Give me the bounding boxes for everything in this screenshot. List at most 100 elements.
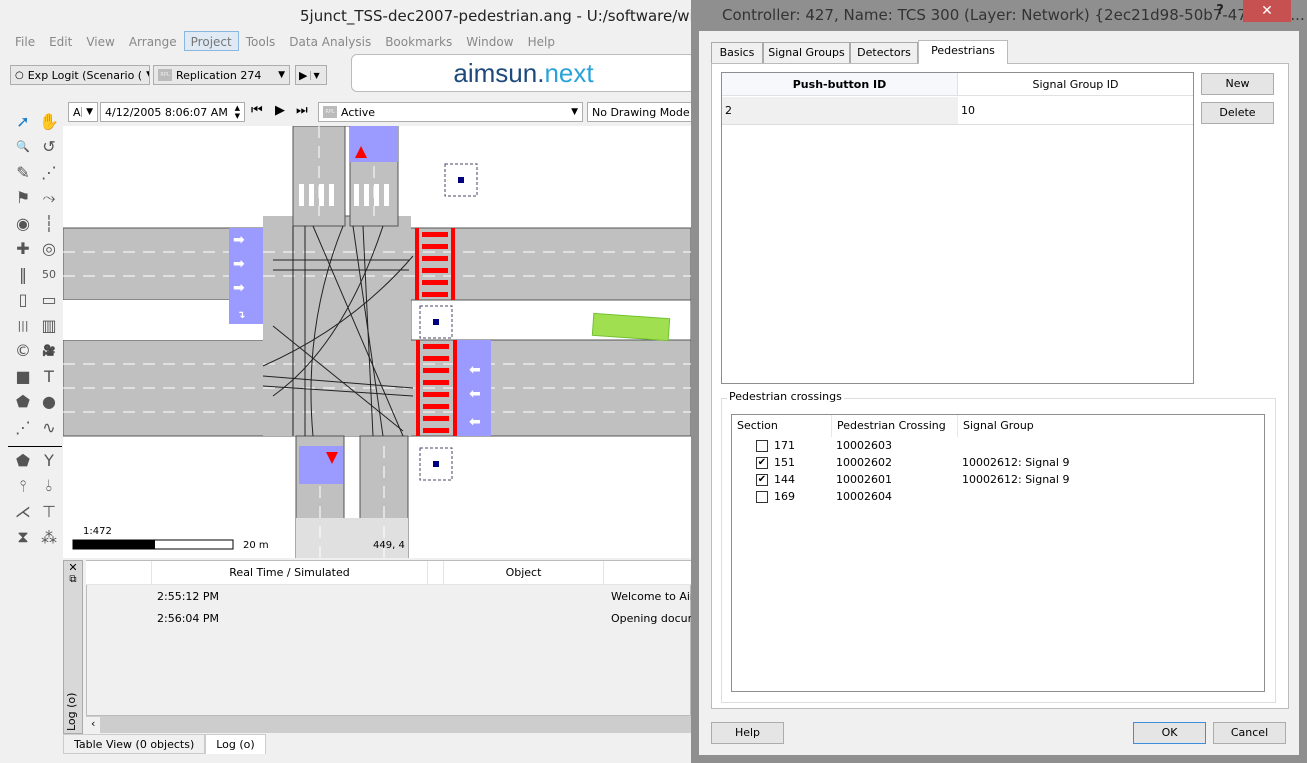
column-header-time[interactable]: Real Time / Simulated [152, 561, 428, 585]
bottom-tabs: Table View (0 objects) Log (o) [63, 734, 266, 754]
section-icon[interactable]: ⚑ [12, 187, 34, 209]
bus-icon[interactable]: ▭ [38, 289, 60, 311]
junction-icon[interactable]: ✚ [12, 238, 34, 260]
column-header-signal-group-id[interactable]: Signal Group ID [958, 73, 1193, 96]
menu-window[interactable]: Window [459, 31, 520, 51]
column-header-section[interactable]: Section [732, 415, 832, 437]
hourglass-icon[interactable]: ⧗ [12, 526, 34, 548]
tab-pedestrians[interactable]: Pedestrians [918, 40, 1008, 64]
network-map[interactable]: ➡ ➡ ➡ ↴ ⬅ ⬅ ⬅ 1:472 20 m 449, 4 [63, 126, 691, 558]
tab-signal-groups[interactable]: Signal Groups [763, 42, 850, 63]
column-header-signal-group[interactable]: Signal Group [958, 415, 1264, 437]
select-arrow-icon[interactable]: ➚ [12, 110, 34, 132]
crossing-row[interactable]: 169 10002604 [732, 488, 1264, 505]
copyright-icon[interactable]: © [12, 340, 34, 362]
menu-project[interactable]: Project [183, 31, 239, 51]
menu-help[interactable]: Help [521, 31, 562, 51]
pentagon-dots-icon[interactable]: ⬟ [12, 450, 34, 472]
close-button[interactable]: ✕ [1243, 0, 1291, 22]
cancel-button[interactable]: Cancel [1213, 722, 1286, 744]
circle-icon[interactable]: ● [38, 391, 60, 413]
node-icon[interactable]: ◉ [12, 212, 34, 234]
vehicle[interactable] [591, 312, 671, 342]
pin-line-icon[interactable]: ⫰ [38, 475, 60, 497]
datetime-spinbox[interactable]: 4/12/2005 8:06:07 AM ▲ ▼ [100, 102, 245, 122]
polyline-icon[interactable]: ⋰ [38, 161, 60, 183]
split-bar-icon[interactable]: ⊤ [38, 501, 60, 523]
column-header-object[interactable]: Object [444, 561, 604, 585]
float-icon[interactable]: ⧉ [64, 574, 82, 585]
skip-back-icon[interactable]: ⏮ [251, 103, 263, 118]
crossing-row[interactable]: ✔ 151 10002602 10002612: Signal 9 [732, 454, 1264, 471]
pen-icon[interactable]: ✎ [12, 161, 34, 183]
signal-icon[interactable]: ▯ [12, 289, 34, 311]
centroid-icon[interactable]: ◎ [38, 238, 60, 260]
scroll-left-icon[interactable]: ‹ [86, 717, 100, 734]
column-header-pedestrian-crossing[interactable]: Pedestrian Crossing [832, 415, 958, 437]
pin-icon[interactable]: ⫯ [12, 475, 34, 497]
horizontal-scrollbar[interactable]: ‹ [86, 716, 691, 734]
replication-icon: RPL [323, 106, 337, 118]
section-checkbox[interactable] [756, 491, 768, 503]
stripes-icon[interactable]: ▥ [38, 314, 60, 336]
detector[interactable] [444, 163, 478, 197]
new-button[interactable]: New [1201, 73, 1274, 95]
experiment-select[interactable]: ○ Exp Logit (Scenario ( ▼ [10, 65, 150, 85]
checkmark-icon: ✔ [757, 457, 767, 468]
ok-button[interactable]: OK [1133, 722, 1206, 744]
menu-view[interactable]: View [79, 31, 121, 51]
skip-forward-icon[interactable]: ⏭ [296, 103, 308, 118]
menu-file[interactable]: File [8, 31, 42, 51]
help-icon[interactable]: ? [1208, 0, 1232, 24]
lanes-icon[interactable]: ‖ [12, 263, 34, 285]
menu-edit[interactable]: Edit [42, 31, 79, 51]
menu-tools[interactable]: Tools [239, 31, 283, 51]
zoom-icon[interactable]: 🔍 [12, 136, 34, 158]
curve-icon[interactable]: ⤳ [38, 187, 60, 209]
curve-path-icon[interactable]: ∿ [38, 416, 60, 438]
layer-select[interactable]: A ▼ [68, 102, 98, 122]
camera-icon[interactable]: 🎥 [38, 340, 60, 362]
replication-select[interactable]: RPL Replication 274 ▼ [153, 65, 290, 85]
line-icon[interactable]: ||| [12, 314, 34, 336]
cube-icon[interactable]: ■ [12, 365, 34, 387]
menu-data-analysis[interactable]: Data Analysis [282, 31, 378, 51]
pan-hand-icon[interactable]: ✋ [38, 110, 60, 132]
crossing-row[interactable]: 171 10002603 [732, 437, 1264, 454]
polygon-icon[interactable]: ⬟ [12, 391, 34, 413]
section-checkbox[interactable]: ✔ [756, 474, 768, 486]
network-icon[interactable]: ⁂ [38, 526, 60, 548]
close-icon[interactable]: ✕ [64, 561, 82, 574]
speed-icon[interactable]: 50 [38, 263, 60, 285]
menu-bar: File Edit View Arrange Project Tools Data Anal… [8, 31, 698, 51]
merge-icon[interactable]: Y [38, 450, 60, 472]
text-icon[interactable]: T [38, 365, 60, 387]
tab-detectors[interactable]: Detectors [850, 42, 918, 63]
help-button[interactable]: Help [711, 722, 784, 744]
svg-text:⬅: ⬅ [469, 362, 481, 378]
menu-bookmarks[interactable]: Bookmarks [378, 31, 459, 51]
path-icon[interactable]: ⋰ [12, 416, 34, 438]
menu-arrange[interactable]: Arrange [122, 31, 184, 51]
drawing-mode-select[interactable]: No Drawing Mode [587, 102, 697, 122]
pedestrian-crossings-label: Pedestrian crossings [727, 390, 844, 403]
column-header-push-button-id[interactable]: Push-button ID [722, 73, 958, 96]
play-icon[interactable]: ▶ [275, 103, 285, 118]
push-button-id-cell[interactable]: 2 [722, 97, 958, 125]
rotate-icon[interactable]: ↺ [38, 136, 60, 158]
divider-icon[interactable]: ┆ [38, 212, 60, 234]
tab-log[interactable]: Log (o) [205, 734, 266, 754]
chevron-down-icon: ▼ [571, 107, 578, 117]
section-checkbox[interactable]: ✔ [756, 457, 768, 469]
split-icon[interactable]: ⋌ [12, 501, 34, 523]
section-checkbox[interactable] [756, 440, 768, 452]
replication-status-select[interactable]: RPL Active ▼ [318, 102, 583, 122]
run-button[interactable]: ▶ ▼ [295, 65, 327, 85]
tab-basics[interactable]: Basics [711, 42, 763, 63]
spin-arrows-icon[interactable]: ▲ ▼ [231, 104, 244, 120]
tab-table-view[interactable]: Table View (0 objects) [63, 734, 206, 754]
delete-button[interactable]: Delete [1201, 102, 1274, 124]
signal-group-id-cell[interactable]: 10 [958, 97, 1193, 125]
detector[interactable] [419, 447, 453, 481]
crossing-row[interactable]: ✔ 144 10002601 10002612: Signal 9 [732, 471, 1264, 488]
